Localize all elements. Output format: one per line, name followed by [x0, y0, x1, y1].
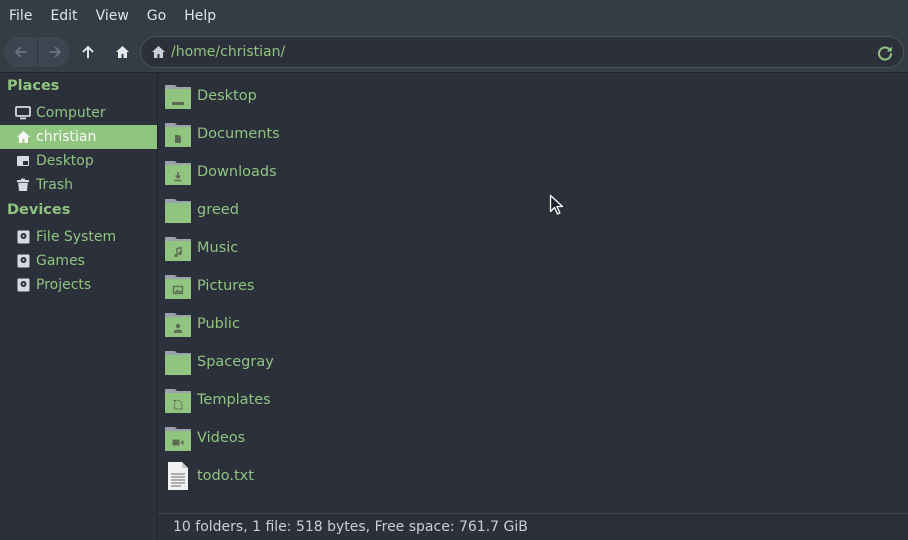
folder-videos-icon	[165, 427, 191, 451]
sidebar-item-label: File System	[36, 229, 117, 245]
file-name: Music	[197, 240, 239, 256]
sidebar-item-computer[interactable]: Computer	[0, 101, 157, 125]
folder-templates-icon	[165, 389, 191, 413]
sidebar: Places Computer christian Desktop Trash …	[0, 73, 157, 540]
file-name: Documents	[197, 126, 280, 142]
sidebar-item-label: Projects	[36, 277, 92, 293]
arrow-right-icon	[48, 46, 61, 58]
arrow-up-icon	[82, 46, 94, 59]
folder-downloads-icon	[165, 161, 191, 185]
toolbar: /home/christian/	[0, 32, 908, 73]
mouse-cursor-icon	[549, 194, 564, 215]
list-item-spacegray[interactable]: Spacegray	[158, 343, 908, 381]
sidebar-item-christian[interactable]: christian	[0, 125, 157, 149]
list-item-greed[interactable]: greed	[158, 191, 908, 229]
sidebar-item-file-system[interactable]: File System	[0, 225, 157, 249]
forward-button[interactable]	[37, 37, 70, 67]
file-name: Videos	[197, 430, 246, 446]
desktop-icon	[15, 153, 31, 169]
file-list: Desktop Documents Downloads greed Music	[158, 73, 908, 513]
list-item-pictures[interactable]: Pictures	[158, 267, 908, 305]
home-icon	[115, 46, 129, 58]
folder-icon	[165, 351, 191, 375]
home-icon	[15, 129, 31, 145]
file-name: todo.txt	[197, 468, 254, 484]
drive-icon	[15, 277, 31, 293]
list-item-public[interactable]: Public	[158, 305, 908, 343]
list-item-videos[interactable]: Videos	[158, 419, 908, 457]
menu-edit[interactable]: Edit	[41, 0, 86, 32]
places-heading: Places	[7, 78, 60, 94]
home-button[interactable]	[107, 37, 137, 67]
folder-icon	[165, 199, 191, 223]
sidebar-item-projects[interactable]: Projects	[0, 273, 157, 297]
file-name: Downloads	[197, 164, 277, 180]
folder-pictures-icon	[165, 275, 191, 299]
menu-file[interactable]: File	[0, 0, 41, 32]
sidebar-item-desktop[interactable]: Desktop	[0, 149, 157, 173]
folder-public-icon	[165, 313, 191, 337]
file-name: Desktop	[197, 88, 257, 104]
computer-icon	[15, 105, 31, 121]
menu-view[interactable]: View	[87, 0, 138, 32]
menu-go[interactable]: Go	[138, 0, 175, 32]
file-name: Spacegray	[197, 354, 274, 370]
trash-icon	[15, 177, 31, 193]
text-file-icon	[168, 462, 188, 490]
sidebar-item-label: Desktop	[36, 153, 94, 169]
sidebar-item-label: christian	[36, 129, 97, 145]
file-name: Public	[197, 316, 240, 332]
status-bar: 10 folders, 1 file: 518 bytes, Free spac…	[158, 513, 908, 540]
list-item-downloads[interactable]: Downloads	[158, 153, 908, 191]
back-button[interactable]	[4, 37, 37, 67]
drive-icon	[15, 253, 31, 269]
location-path[interactable]: /home/christian/	[171, 44, 285, 60]
list-item-desktop[interactable]: Desktop	[158, 77, 908, 115]
folder-documents-icon	[165, 123, 191, 147]
list-item-templates[interactable]: Templates	[158, 381, 908, 419]
file-name: Pictures	[197, 278, 255, 294]
up-button[interactable]	[73, 37, 103, 67]
file-name: Templates	[197, 392, 271, 408]
file-name: greed	[197, 202, 239, 218]
list-item-todo[interactable]: todo.txt	[158, 457, 908, 495]
sidebar-item-label: Computer	[36, 105, 106, 121]
location-bar[interactable]: /home/christian/	[140, 36, 904, 68]
sidebar-item-games[interactable]: Games	[0, 249, 157, 273]
sidebar-item-label: Games	[36, 253, 85, 269]
menu-help[interactable]: Help	[175, 0, 225, 32]
drive-icon	[15, 229, 31, 245]
history-buttons	[4, 37, 70, 67]
sidebar-item-label: Trash	[36, 177, 73, 193]
arrow-left-icon	[14, 46, 27, 58]
list-item-documents[interactable]: Documents	[158, 115, 908, 153]
sidebar-item-trash[interactable]: Trash	[0, 173, 157, 197]
devices-heading: Devices	[7, 202, 71, 218]
reload-icon[interactable]	[876, 44, 894, 62]
folder-music-icon	[165, 237, 191, 261]
list-item-music[interactable]: Music	[158, 229, 908, 267]
menu-bar: File Edit View Go Help	[0, 0, 908, 32]
location-home-icon	[151, 44, 167, 60]
folder-desktop-icon	[165, 85, 191, 109]
